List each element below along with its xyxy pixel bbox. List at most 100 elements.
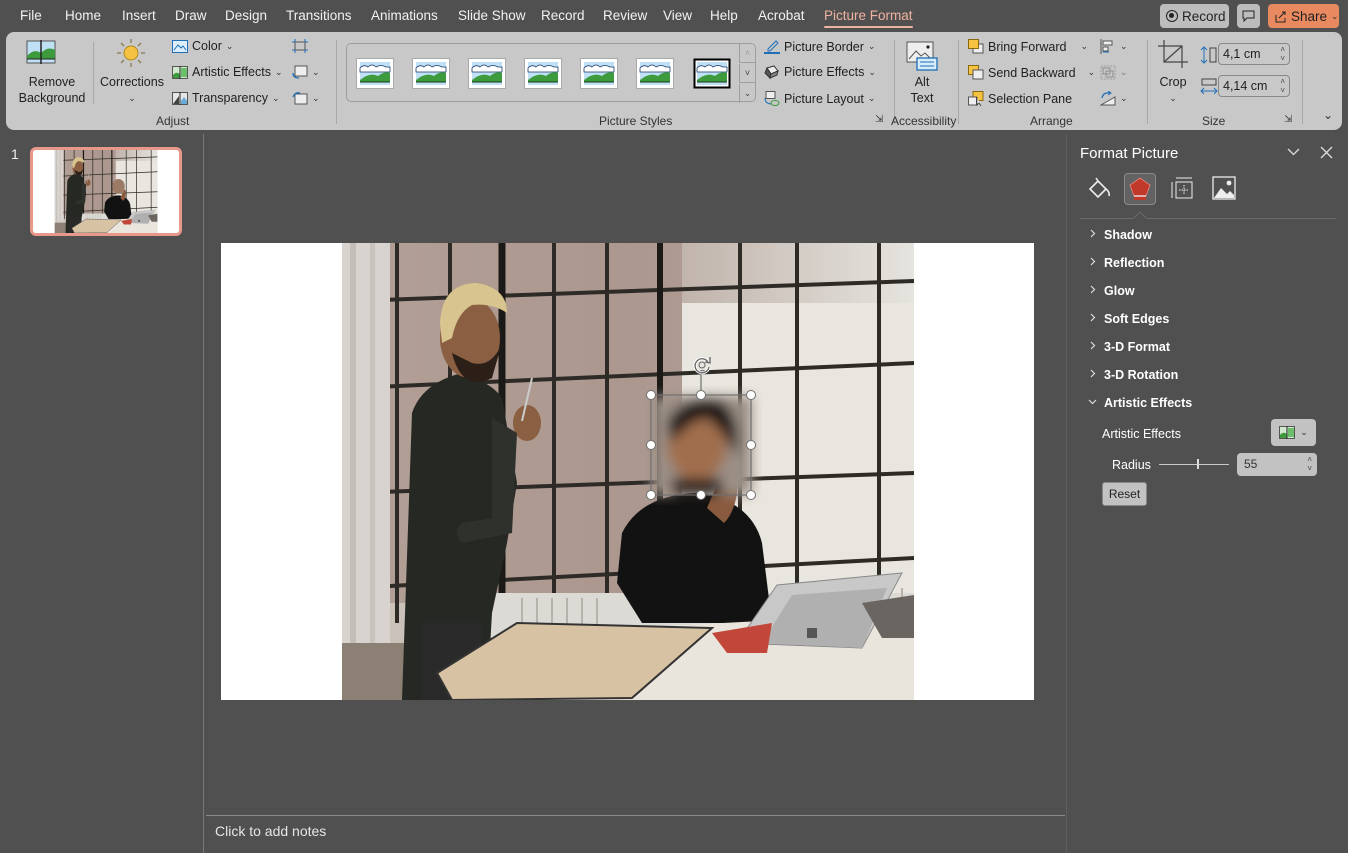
notes-divider[interactable]: [206, 815, 1065, 816]
section-glow[interactable]: Glow: [1088, 284, 1135, 298]
gallery-more[interactable]: ⌄: [739, 84, 755, 103]
align-button[interactable]: ⌄: [1100, 39, 1128, 54]
size-properties-tab[interactable]: [1170, 176, 1196, 202]
tab-record[interactable]: Record: [541, 8, 585, 23]
section-artistic-effects[interactable]: Artistic Effects: [1088, 396, 1192, 410]
resize-handle[interactable]: [696, 390, 706, 400]
effects-tab[interactable]: [1124, 173, 1156, 205]
tab-animations[interactable]: Animations: [371, 8, 438, 23]
group-button[interactable]: ⌄: [1100, 65, 1128, 80]
reset-button[interactable]: Reset: [1102, 482, 1147, 506]
tab-draw[interactable]: Draw: [175, 8, 207, 23]
section-soft-edges[interactable]: Soft Edges: [1088, 312, 1169, 326]
chevron-right-icon: [1088, 369, 1096, 381]
tab-file[interactable]: File: [20, 8, 42, 23]
record-icon: [1166, 10, 1178, 22]
bring-forward-button[interactable]: Bring Forward ⌄: [968, 39, 1088, 54]
section-3-d-format[interactable]: 3-D Format: [1088, 340, 1170, 354]
section-shadow[interactable]: Shadow: [1088, 228, 1152, 242]
size-dialog-launcher[interactable]: ⇲: [1284, 114, 1292, 125]
collapse-ribbon-icon[interactable]: ⌄: [1323, 108, 1333, 122]
picture-style-option[interactable]: [580, 58, 618, 89]
picture-style-option[interactable]: [636, 58, 674, 89]
tab-slide-show[interactable]: Slide Show: [458, 8, 526, 23]
slide-photo[interactable]: [342, 243, 914, 700]
change-picture-button[interactable]: ⌄: [292, 65, 320, 80]
tab-view[interactable]: View: [663, 8, 692, 23]
tab-help[interactable]: Help: [710, 8, 738, 23]
close-pane-icon[interactable]: [1320, 146, 1333, 164]
tab-transitions[interactable]: Transitions: [286, 8, 352, 23]
section-3-d-rotation[interactable]: 3-D Rotation: [1088, 368, 1178, 382]
rotate-button[interactable]: ⌄: [1100, 91, 1128, 106]
selection-pane-button[interactable]: Selection Pane: [968, 91, 1072, 106]
tab-review[interactable]: Review: [603, 8, 647, 23]
picture-border-button[interactable]: Picture Border ⌄: [764, 39, 875, 54]
radius-slider-thumb[interactable]: [1197, 459, 1199, 469]
tab-acrobat[interactable]: Acrobat: [758, 8, 805, 23]
tab-picture-format[interactable]: Picture Format: [824, 8, 913, 28]
chevron-down-icon: ⌄: [312, 67, 320, 77]
resize-handle[interactable]: [696, 490, 706, 500]
comments-button[interactable]: [1237, 4, 1260, 28]
resize-handle[interactable]: [646, 490, 656, 500]
transparency-button[interactable]: Transparency ⌄: [172, 91, 280, 105]
active-tab-pointer: [1133, 211, 1147, 219]
pane-divider[interactable]: [203, 134, 204, 853]
resize-handle[interactable]: [746, 490, 756, 500]
picture-style-option[interactable]: [524, 58, 562, 89]
resize-handle[interactable]: [746, 440, 756, 450]
remove-background-button[interactable]: [26, 40, 56, 64]
alt-text-button[interactable]: [906, 41, 938, 71]
send-backward-button[interactable]: Send Backward ⌄: [968, 65, 1095, 80]
share-button[interactable]: Share ⌄: [1268, 4, 1339, 28]
gallery-scroll-up[interactable]: ˄: [739, 44, 755, 63]
record-button[interactable]: Record: [1160, 4, 1229, 28]
reset-picture-button[interactable]: ⌄: [292, 91, 320, 106]
picture-styles-dialog-launcher[interactable]: ⇲: [875, 114, 883, 125]
shape-height-input[interactable]: 4,1 cm ˄ ˅: [1218, 43, 1290, 65]
picture-style-option[interactable]: [693, 58, 731, 89]
corrections-button[interactable]: [116, 38, 146, 68]
picture-style-option[interactable]: [468, 58, 506, 89]
crop-button[interactable]: [1158, 40, 1188, 68]
resize-handle[interactable]: [646, 390, 656, 400]
rotate-handle[interactable]: [691, 354, 713, 376]
picture-style-option[interactable]: [412, 58, 450, 89]
color-button[interactable]: Color ⌄: [172, 39, 233, 53]
compress-pictures-button[interactable]: [292, 39, 308, 54]
shape-width-input[interactable]: 4,14 cm ˄ ˅: [1218, 75, 1290, 97]
spinner-icon[interactable]: ˄ ˅: [1280, 77, 1285, 95]
pane-options-chevron-icon[interactable]: [1286, 144, 1301, 162]
group-icon: [1100, 65, 1116, 80]
spinner-icon[interactable]: ˄ ˅: [1307, 455, 1312, 473]
spinner-icon[interactable]: ˄ ˅: [1280, 45, 1285, 63]
tab-insert[interactable]: Insert: [122, 8, 156, 23]
tab-design[interactable]: Design: [225, 8, 267, 23]
picture-style-preview-icon: [693, 58, 731, 89]
radius-slider[interactable]: [1159, 464, 1229, 465]
slide-canvas[interactable]: [221, 243, 1034, 700]
notes-placeholder[interactable]: Click to add notes: [215, 823, 326, 839]
fill-line-icon: [1088, 177, 1110, 199]
section-label: 3-D Rotation: [1104, 368, 1179, 382]
rotate-handle-icon: [693, 357, 711, 375]
radius-input[interactable]: 55 ˄ ˅: [1237, 453, 1317, 476]
format-pane-divider[interactable]: [1066, 134, 1067, 853]
gallery-scroll-down[interactable]: ˅: [739, 64, 755, 83]
artistic-effects-button[interactable]: Artistic Effects ⌄: [172, 65, 283, 79]
artistic-effects-dropdown[interactable]: ⌄: [1271, 419, 1316, 446]
picture-effects-button[interactable]: Picture Effects ⌄: [764, 65, 876, 79]
section-reflection[interactable]: Reflection: [1088, 256, 1164, 270]
resize-handle[interactable]: [646, 440, 656, 450]
slide-thumbnail[interactable]: [30, 147, 182, 236]
tab-home[interactable]: Home: [65, 8, 101, 23]
picture-effects-label: Picture Effects: [784, 65, 865, 79]
resize-handle[interactable]: [746, 390, 756, 400]
picture-style-option[interactable]: [356, 58, 394, 89]
remove-label-line1: Remove: [28, 75, 76, 89]
fill-line-tab[interactable]: [1086, 176, 1112, 202]
picture-tab[interactable]: [1212, 176, 1238, 202]
picture-layout-button[interactable]: Picture Layout ⌄: [764, 91, 875, 106]
picture-style-preview-icon: [412, 58, 450, 89]
